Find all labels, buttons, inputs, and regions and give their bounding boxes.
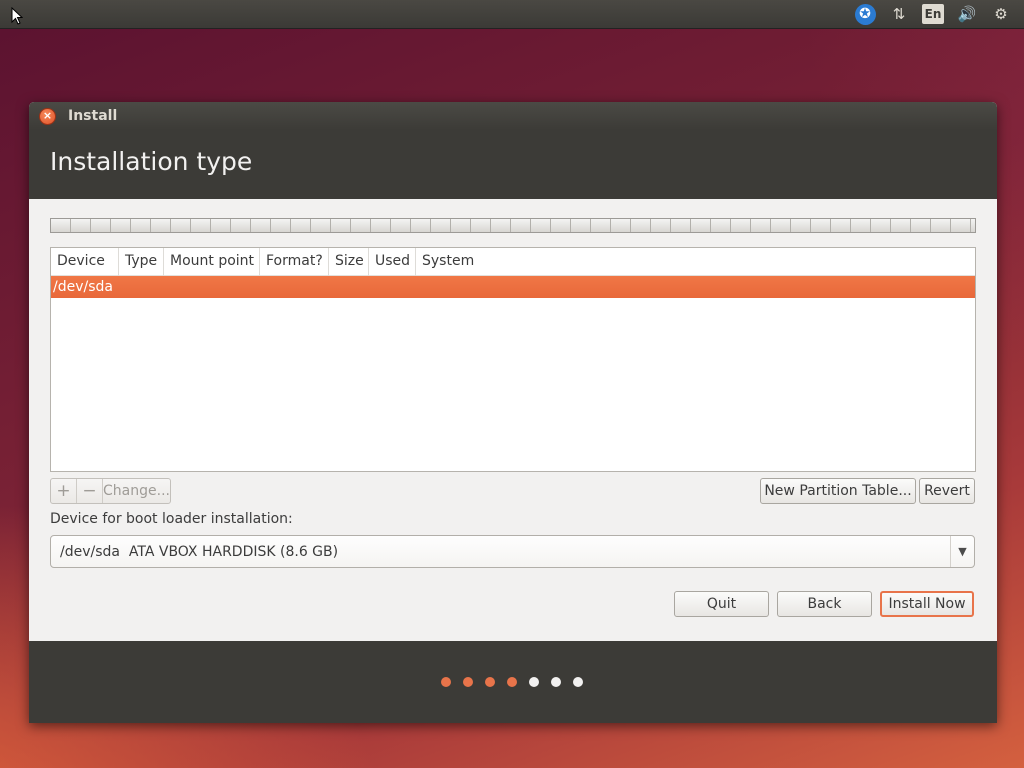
back-button[interactable]: Back <box>777 591 872 617</box>
partition-toolbar: + − Change... <box>50 478 171 504</box>
revert-button[interactable]: Revert <box>919 478 975 504</box>
row-device-cell: /dev/sda <box>53 279 113 295</box>
install-now-button[interactable]: Install Now <box>880 591 974 617</box>
partition-bar <box>50 218 976 233</box>
keyboard-layout-icon[interactable]: En <box>916 0 950 29</box>
column-header-used[interactable]: Used <box>369 248 416 276</box>
close-icon[interactable]: × <box>39 107 56 125</box>
page-header: Installation type <box>29 130 997 199</box>
content-area: Device Type Mount point Format? Size Use… <box>29 199 997 641</box>
progress-footer <box>29 641 997 723</box>
bootloader-device-value: /dev/sda ATA VBOX HARDDISK (8.6 GB) <box>60 543 339 560</box>
table-row[interactable]: /dev/sda <box>51 276 975 298</box>
step-dot-completed <box>485 677 495 687</box>
add-partition-button[interactable]: + <box>51 479 77 503</box>
volume-icon[interactable]: 🔊 <box>950 0 984 29</box>
remove-partition-button[interactable]: − <box>77 479 103 503</box>
network-icon[interactable]: ⇅ <box>882 0 916 29</box>
step-indicator <box>441 677 583 687</box>
title-bar: × Install <box>29 102 997 130</box>
step-dot-completed <box>463 677 473 687</box>
bootloader-device-select[interactable]: /dev/sda ATA VBOX HARDDISK (8.6 GB) ▼ <box>50 535 975 568</box>
partition-table[interactable]: Device Type Mount point Format? Size Use… <box>50 247 976 472</box>
step-dot-pending <box>529 677 539 687</box>
step-dot-completed <box>441 677 451 687</box>
step-dot-pending <box>573 677 583 687</box>
gear-icon[interactable]: ⚙ <box>984 0 1018 29</box>
step-dot-completed <box>507 677 517 687</box>
accessibility-icon[interactable]: ✪ <box>848 0 882 29</box>
column-header-format[interactable]: Format? <box>260 248 329 276</box>
installer-window: × Install Installation type Device Type … <box>29 102 997 723</box>
column-header-mount-point[interactable]: Mount point <box>164 248 260 276</box>
top-panel: ✪ ⇅ En 🔊 ⚙ <box>0 0 1024 29</box>
new-partition-table-button[interactable]: New Partition Table... <box>760 478 916 504</box>
page-title: Installation type <box>50 147 253 176</box>
step-dot-pending <box>551 677 561 687</box>
column-header-size[interactable]: Size <box>329 248 369 276</box>
column-header-system[interactable]: System <box>416 248 975 276</box>
change-partition-button[interactable]: Change... <box>103 479 170 503</box>
chevron-down-icon[interactable]: ▼ <box>950 536 974 567</box>
column-header-device[interactable]: Device <box>51 248 119 276</box>
quit-button[interactable]: Quit <box>674 591 769 617</box>
table-header: Device Type Mount point Format? Size Use… <box>51 248 975 276</box>
bootloader-label: Device for boot loader installation: <box>50 511 293 527</box>
window-title: Install <box>68 108 118 124</box>
column-header-type[interactable]: Type <box>119 248 164 276</box>
